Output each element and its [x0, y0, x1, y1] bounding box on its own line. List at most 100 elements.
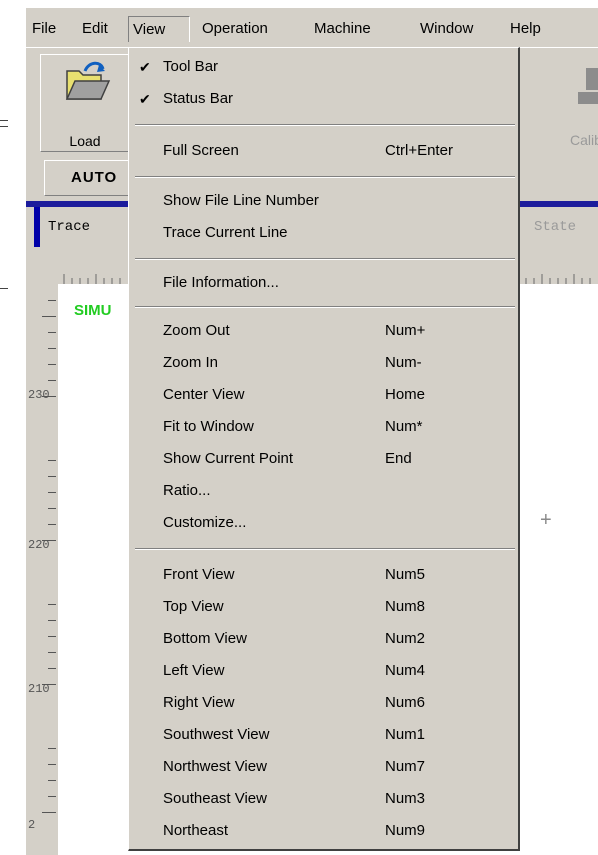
menu-item-label: Customize...	[163, 514, 247, 531]
menu-machine[interactable]: Machine	[310, 16, 375, 42]
menu-item-southeast-view[interactable]: Southeast View Num3	[129, 784, 518, 814]
menu-item-northwest-view[interactable]: Northwest View Num7	[129, 752, 518, 782]
menu-item-zoom-out[interactable]: Zoom Out Num+	[129, 316, 518, 346]
ruler-tick	[48, 668, 56, 669]
menu-item-shortcut: Num*	[385, 418, 423, 435]
menu-item-right-view[interactable]: Right View Num6	[129, 688, 518, 718]
menu-item-label: File Information...	[163, 274, 279, 291]
menu-item-ratio[interactable]: Ratio...	[129, 476, 518, 506]
menu-item-shortcut: End	[385, 450, 412, 467]
menu-item-label: Left View	[163, 662, 225, 679]
edge-tick	[0, 126, 8, 127]
ruler-tick	[48, 348, 56, 349]
ruler-tick	[48, 492, 56, 493]
ruler-tick	[48, 764, 56, 765]
ruler-tick	[48, 652, 56, 653]
menu-item-show-current-point[interactable]: Show Current Point End	[129, 444, 518, 474]
ruler-tick	[48, 604, 56, 605]
menu-item-top-view[interactable]: Top View Num8	[129, 592, 518, 622]
menu-separator	[135, 176, 515, 178]
menu-item-shortcut: Num3	[385, 790, 426, 807]
ruler-label-210: 210	[28, 682, 50, 696]
crosshair-icon: +	[540, 509, 552, 531]
menu-item-shortcut: Home	[385, 386, 426, 403]
menu-item-tool-bar[interactable]: ✔ Tool Bar	[129, 52, 518, 82]
ruler-tick	[48, 796, 56, 797]
menu-item-label: Ratio...	[163, 482, 211, 499]
menu-item-shortcut: Num5	[385, 566, 426, 583]
menu-item-label: Tool Bar	[163, 58, 219, 75]
calibrate-button[interactable]: Calib	[562, 54, 598, 152]
view-menu-dropdown: ✔ Tool Bar ✔ Status Bar Full Screen Ctrl…	[128, 47, 520, 851]
menu-item-shortcut: Num-	[385, 354, 422, 371]
calibration-icon	[578, 68, 598, 104]
tab-state[interactable]: State	[520, 207, 598, 247]
menu-item-label: Right View	[163, 694, 235, 711]
menu-item-left-view[interactable]: Left View Num4	[129, 656, 518, 686]
menu-help[interactable]: Help	[506, 16, 545, 42]
menu-file[interactable]: File	[28, 16, 60, 42]
edge-tick	[0, 288, 8, 289]
ruler-tick	[48, 476, 56, 477]
menu-item-label: Show Current Point	[163, 450, 294, 467]
menu-item-status-bar[interactable]: ✔ Status Bar	[129, 84, 518, 114]
menu-item-front-view[interactable]: Front View Num5	[129, 560, 518, 590]
menu-item-shortcut: Num8	[385, 598, 426, 615]
ruler-label-2: 2	[28, 818, 36, 832]
menu-item-label: Southwest View	[163, 726, 270, 743]
menu-item-northeast[interactable]: Northeast Num9	[129, 816, 518, 846]
menu-item-label: Fit to Window	[163, 418, 254, 435]
menu-item-label: Northeast	[163, 822, 229, 839]
menu-operation[interactable]: Operation	[198, 16, 272, 42]
menu-separator	[135, 258, 515, 260]
vertical-ruler: 230 220 210 2	[26, 284, 58, 855]
menu-item-southwest-view[interactable]: Southwest View Num1	[129, 720, 518, 750]
menu-item-label: Top View	[163, 598, 224, 615]
menu-item-shortcut: Num+	[385, 322, 426, 339]
menu-view[interactable]: View	[128, 16, 190, 42]
folder-open-icon	[65, 61, 111, 100]
menu-item-customize[interactable]: Customize...	[129, 508, 518, 538]
menu-item-show-file-line-number[interactable]: Show File Line Number	[129, 186, 518, 216]
menu-item-file-information[interactable]: File Information...	[129, 268, 518, 298]
ruler-tick	[48, 332, 56, 333]
window-left-edge	[0, 0, 26, 855]
menu-item-bottom-view[interactable]: Bottom View Num2	[129, 624, 518, 654]
menu-item-shortcut: Num1	[385, 726, 426, 743]
ruler-label-220: 220	[28, 538, 50, 552]
ruler-tick	[48, 508, 56, 509]
menu-item-center-view[interactable]: Center View Home	[129, 380, 518, 410]
menu-item-label: Zoom Out	[163, 322, 230, 339]
menu-item-label: Northwest View	[163, 758, 267, 775]
menu-item-label: Status Bar	[163, 90, 234, 107]
menu-bar: File Edit View Operation Machine Window …	[26, 8, 598, 48]
menu-separator	[135, 548, 515, 550]
menu-item-shortcut: Ctrl+Enter	[385, 142, 453, 159]
load-button[interactable]: Load	[40, 54, 130, 152]
ruler-tick	[48, 524, 56, 525]
menu-item-shortcut: Num2	[385, 630, 426, 647]
mode-tab-auto[interactable]: AUTO	[44, 160, 134, 196]
menu-item-shortcut: Num7	[385, 758, 426, 775]
menu-item-shortcut: Num9	[385, 822, 426, 839]
menu-item-full-screen[interactable]: Full Screen Ctrl+Enter	[129, 136, 518, 166]
menu-edit[interactable]: Edit	[78, 16, 112, 42]
ruler-tick	[48, 636, 56, 637]
menu-item-label: Center View	[163, 386, 245, 403]
menu-item-zoom-in[interactable]: Zoom In Num-	[129, 348, 518, 378]
menu-window[interactable]: Window	[416, 16, 477, 42]
calibrate-button-label: Calib	[570, 132, 598, 148]
load-button-label: Load	[69, 133, 101, 149]
ruler-tick	[48, 748, 56, 749]
ruler-tick	[48, 300, 56, 301]
menu-item-label: Zoom In	[163, 354, 219, 371]
menu-item-fit-to-window[interactable]: Fit to Window Num*	[129, 412, 518, 442]
menu-item-label: Front View	[163, 566, 235, 583]
edge-tick	[0, 120, 8, 121]
menu-item-label: Show File Line Number	[163, 192, 319, 209]
checkmark-icon: ✔	[139, 59, 151, 75]
menu-item-trace-current-line[interactable]: Trace Current Line	[129, 218, 518, 248]
tab-trace[interactable]: Trace	[34, 207, 130, 247]
simulation-label: SIMU	[74, 302, 112, 319]
menu-item-label: Full Screen	[163, 142, 239, 159]
